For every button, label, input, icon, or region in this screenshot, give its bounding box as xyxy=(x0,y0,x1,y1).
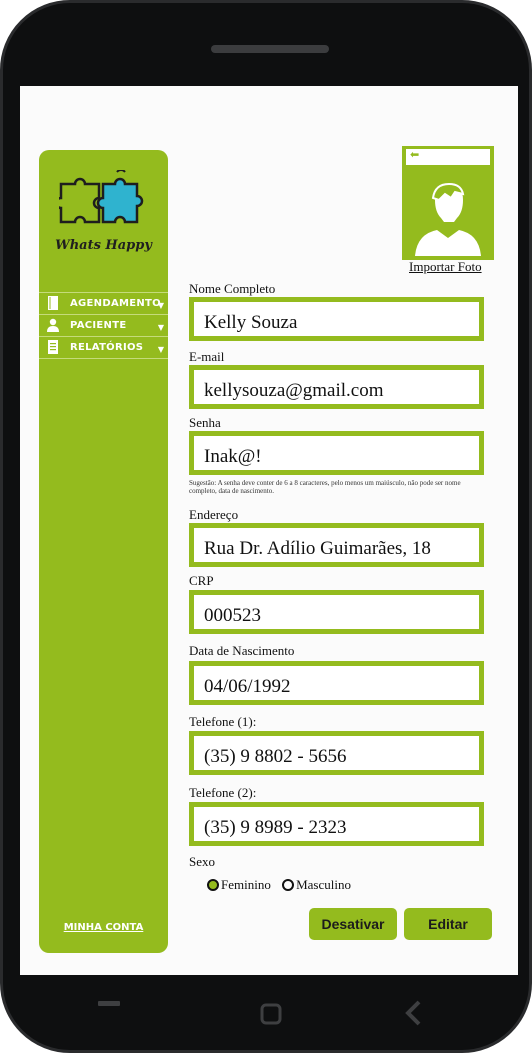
recents-icon[interactable] xyxy=(98,1001,120,1009)
sidebar-menu: AGENDAMENTO ▼ PACIENTE ▼ RELATÓRIOS ▼ xyxy=(39,292,168,359)
phone2-value: (35) 9 8989 - 2323 xyxy=(204,817,347,838)
phone-speaker xyxy=(211,45,329,53)
phone2-field[interactable]: (35) 9 8989 - 2323 xyxy=(189,802,484,846)
deactivate-button[interactable]: Desativar xyxy=(309,908,397,940)
password-value: Inak@! xyxy=(204,446,262,467)
sidebar-item-relatorios[interactable]: RELATÓRIOS ▼ xyxy=(39,337,168,359)
password-label: Senha xyxy=(189,415,221,430)
radio-checked-icon[interactable] xyxy=(207,879,219,892)
sidebar-item-label: RELATÓRIOS xyxy=(70,342,144,353)
profile-photo[interactable]: ⬅ xyxy=(402,146,494,260)
password-hint: Sugestão: A senha deve conter de 6 a 8 c… xyxy=(189,479,461,495)
birth-date-field[interactable]: 04/06/1992 xyxy=(189,661,484,705)
address-field[interactable]: Rua Dr. Adílio Guimarães, 18 xyxy=(189,523,484,567)
import-photo-link[interactable]: Importar Foto xyxy=(409,259,482,275)
phone-frame: Whats Happy AGENDAMENTO ▼ PACIENTE ▼ REL… xyxy=(0,0,532,1053)
radio-label: Feminino xyxy=(221,877,271,892)
back-arrow-icon[interactable]: ⬅ xyxy=(410,148,419,161)
avatar-icon xyxy=(415,182,481,256)
chevron-down-icon: ▼ xyxy=(157,301,164,310)
book-icon xyxy=(48,296,58,310)
crp-label: CRP xyxy=(189,573,214,588)
back-icon[interactable] xyxy=(403,1000,423,1026)
sidebar-item-paciente[interactable]: PACIENTE ▼ xyxy=(39,315,168,337)
email-label: E-mail xyxy=(189,349,225,364)
document-icon xyxy=(48,340,58,354)
name-field[interactable]: Kelly Souza xyxy=(189,297,484,341)
name-value: Kelly Souza xyxy=(204,312,298,333)
sidebar-item-agendamento[interactable]: AGENDAMENTO ▼ xyxy=(39,292,168,315)
phone1-value: (35) 9 8802 - 5656 xyxy=(204,746,347,767)
phone2-label: Telefone (2): xyxy=(189,785,257,800)
crp-field[interactable]: 000523 xyxy=(189,590,484,634)
email-value: kellysouza@gmail.com xyxy=(204,380,384,401)
edit-button[interactable]: Editar xyxy=(404,908,492,940)
radio-masculino[interactable]: Masculino xyxy=(282,877,351,893)
sex-radio-group: Feminino Masculino xyxy=(207,877,359,893)
puzzle-logo-icon xyxy=(59,170,144,224)
photo-toolbar: ⬅ xyxy=(406,148,490,165)
my-account-link[interactable]: MINHA CONTA xyxy=(39,922,168,933)
radio-label: Masculino xyxy=(296,877,351,892)
crp-value: 000523 xyxy=(204,605,261,626)
address-label: Endereço xyxy=(189,507,239,522)
name-label: Nome Completo xyxy=(189,281,276,296)
sidebar-item-label: PACIENTE xyxy=(70,320,127,331)
app-screen: Whats Happy AGENDAMENTO ▼ PACIENTE ▼ REL… xyxy=(20,86,518,975)
birth-label: Data de Nascimento xyxy=(189,643,295,658)
sex-label: Sexo xyxy=(189,854,215,869)
sidebar: Whats Happy AGENDAMENTO ▼ PACIENTE ▼ REL… xyxy=(39,150,168,953)
sidebar-item-label: AGENDAMENTO xyxy=(70,298,161,309)
user-icon xyxy=(47,318,59,332)
phone1-label: Telefone (1): xyxy=(189,714,257,729)
birth-value: 04/06/1992 xyxy=(204,676,291,697)
radio-feminino[interactable]: Feminino xyxy=(207,877,271,893)
chevron-down-icon: ▼ xyxy=(157,323,164,332)
address-value: Rua Dr. Adílio Guimarães, 18 xyxy=(204,538,431,559)
email-field[interactable]: kellysouza@gmail.com xyxy=(189,365,484,409)
logo-text: Whats Happy xyxy=(55,238,152,253)
phone1-field[interactable]: (35) 9 8802 - 5656 xyxy=(189,731,484,775)
radio-unchecked-icon[interactable] xyxy=(282,879,295,892)
chevron-down-icon: ▼ xyxy=(157,345,164,354)
password-field[interactable]: Inak@! xyxy=(189,431,484,475)
home-icon[interactable] xyxy=(260,1003,282,1025)
